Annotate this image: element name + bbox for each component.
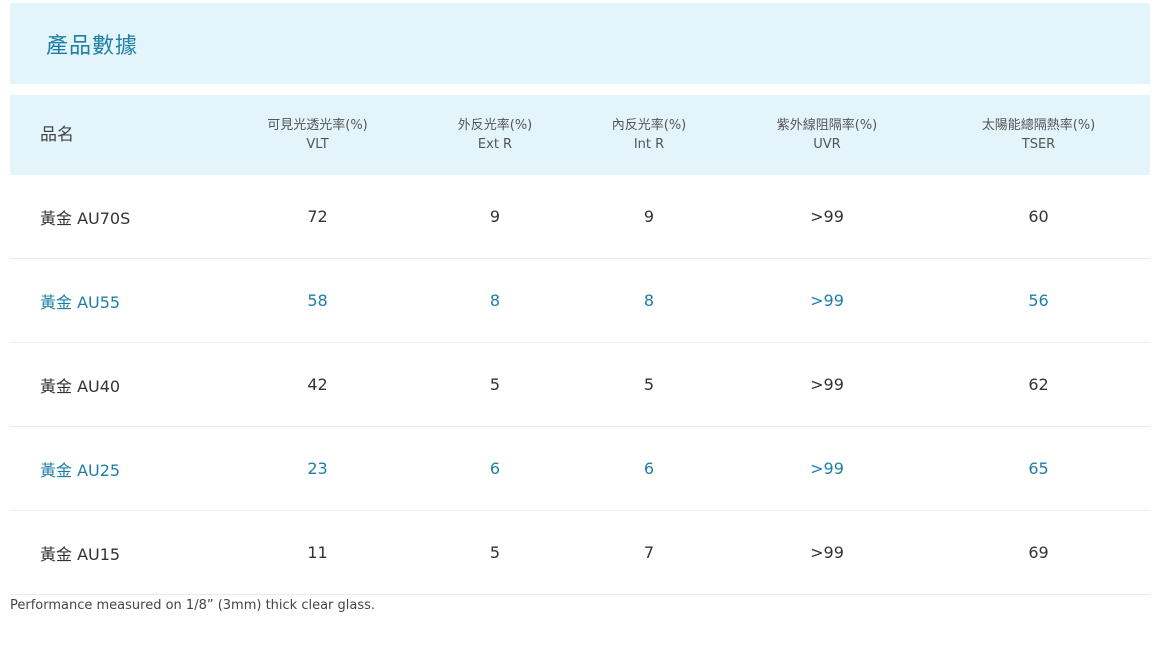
ext-r-cell: 5 <box>489 375 501 394</box>
header-tser-label: 太陽能總隔熱率(%) <box>981 118 1096 133</box>
header-int-r-abbr: Int R <box>633 137 665 152</box>
table-row: 黃金 AU25 23 6 6 >99 65 <box>10 427 1150 511</box>
product-name-cell: 黃金 AU25 <box>40 460 121 480</box>
uvr-cell: >99 <box>810 459 844 478</box>
table-row: 黃金 AU40 42 5 5 >99 62 <box>10 343 1150 427</box>
header-int-r-label: 內反光率(%) <box>611 118 687 133</box>
header-int-r: 內反光率(%) Int R <box>585 116 713 154</box>
table-row: 黃金 AU70S 72 9 9 >99 60 <box>10 175 1150 259</box>
int-r-cell: 8 <box>643 291 655 310</box>
header-ext-r-label: 外反光率(%) <box>457 118 533 133</box>
table-row: 黃金 AU55 58 8 8 >99 56 <box>10 259 1150 343</box>
tser-cell: 69 <box>1028 543 1049 562</box>
int-r-cell: 5 <box>643 375 655 394</box>
ext-r-cell: 5 <box>489 543 501 562</box>
header-uvr: 紫外線阻隔率(%) UVR <box>713 116 941 154</box>
header-tser: 太陽能總隔熱率(%) TSER <box>941 116 1136 154</box>
vlt-cell: 58 <box>307 291 328 310</box>
section-header: 產品數據 <box>10 3 1150 84</box>
uvr-cell: >99 <box>810 543 844 562</box>
int-r-cell: 7 <box>643 543 655 562</box>
product-data-table: 品名 可見光透光率(%) VLT 外反光率(%) Ext R 內反光率(%) I… <box>10 95 1150 595</box>
vlt-cell: 42 <box>307 375 328 394</box>
tser-cell: 65 <box>1028 459 1049 478</box>
header-tser-abbr: TSER <box>1021 137 1056 152</box>
ext-r-cell: 8 <box>489 291 501 310</box>
int-r-cell: 6 <box>643 459 655 478</box>
header-uvr-label: 紫外線阻隔率(%) <box>776 118 878 133</box>
tser-cell: 56 <box>1028 291 1049 310</box>
vlt-cell: 72 <box>307 207 328 226</box>
header-uvr-abbr: UVR <box>813 137 841 152</box>
ext-r-cell: 6 <box>489 459 501 478</box>
header-vlt-abbr: VLT <box>306 137 329 152</box>
vlt-cell: 23 <box>307 459 328 478</box>
section-title: 產品數據 <box>46 33 139 59</box>
table-row: 黃金 AU15 11 5 7 >99 69 <box>10 511 1150 595</box>
product-name-cell: 黃金 AU40 <box>40 376 121 396</box>
uvr-cell: >99 <box>810 207 844 226</box>
header-name-label: 品名 <box>40 124 74 145</box>
product-name-cell: 黃金 AU55 <box>40 292 121 312</box>
product-name-cell: 黃金 AU70S <box>40 208 131 228</box>
product-data-page: 產品數據 品名 可見光透光率(%) VLT 外反光率(%) Ext R 內反光率… <box>0 0 1159 648</box>
product-name-cell: 黃金 AU15 <box>40 544 121 564</box>
header-name: 品名 <box>10 124 230 145</box>
header-ext-r-abbr: Ext R <box>477 137 513 152</box>
header-ext-r: 外反光率(%) Ext R <box>405 116 585 154</box>
table-header-row: 品名 可見光透光率(%) VLT 外反光率(%) Ext R 內反光率(%) I… <box>10 95 1150 175</box>
tser-cell: 62 <box>1028 375 1049 394</box>
vlt-cell: 11 <box>307 543 328 562</box>
header-vlt: 可見光透光率(%) VLT <box>230 116 405 154</box>
ext-r-cell: 9 <box>489 207 501 226</box>
uvr-cell: >99 <box>810 375 844 394</box>
footnote: Performance measured on 1/8” (3mm) thick… <box>10 598 376 613</box>
header-vlt-label: 可見光透光率(%) <box>267 118 368 133</box>
int-r-cell: 9 <box>643 207 655 226</box>
tser-cell: 60 <box>1028 207 1049 226</box>
uvr-cell: >99 <box>810 291 844 310</box>
